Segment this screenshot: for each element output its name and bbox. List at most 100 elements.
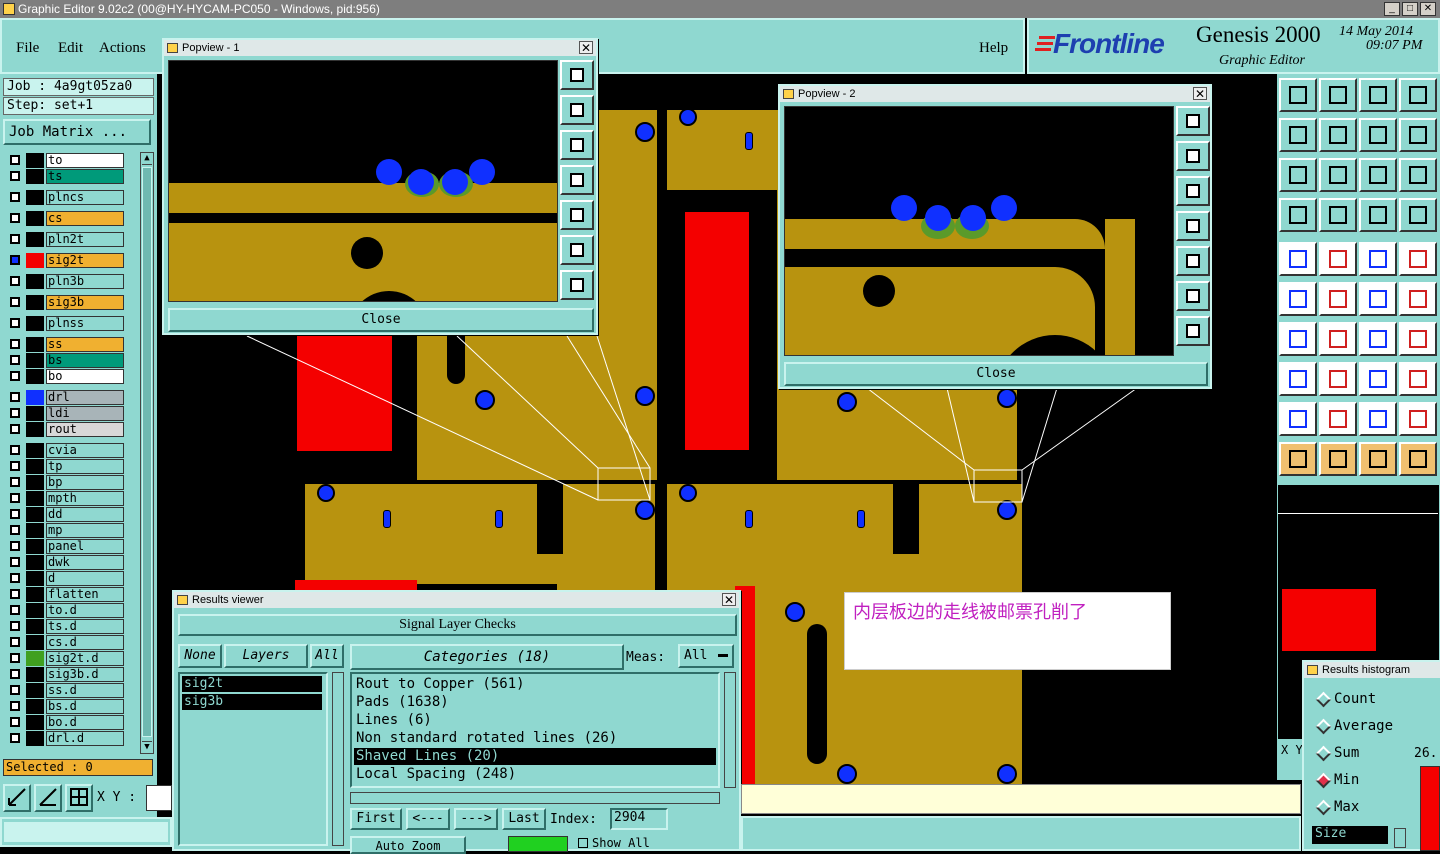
layer-checkbox[interactable] (10, 255, 20, 265)
last-button[interactable]: Last (502, 808, 546, 830)
diagonal-icon[interactable] (1319, 242, 1357, 276)
measure-red-icon[interactable] (1359, 198, 1397, 232)
layer-name[interactable]: d (46, 571, 124, 586)
layer-swatch[interactable] (26, 635, 44, 650)
popview-zoom-in-icon[interactable] (1176, 316, 1210, 346)
layer-row[interactable]: drl.d (6, 731, 124, 746)
popview-fit-icon[interactable] (560, 60, 594, 90)
layer-row[interactable]: bs (6, 353, 124, 368)
size-field[interactable]: Size (1312, 826, 1388, 844)
category-list[interactable]: Rout to Copper (561) Pads (1638) Lines (6)… (350, 672, 720, 788)
fit-icon[interactable] (3, 784, 31, 812)
first-button[interactable]: First (350, 808, 402, 830)
layer-swatch[interactable] (26, 153, 44, 168)
layer-checkbox[interactable] (10, 653, 20, 663)
layer-row[interactable]: mpth (6, 491, 124, 506)
layer-row[interactable]: cvia (6, 443, 124, 458)
layer-swatch[interactable] (26, 683, 44, 698)
layer-swatch[interactable] (26, 523, 44, 538)
maximize-button[interactable]: □ (1402, 2, 1418, 16)
rotate-icon[interactable] (1359, 322, 1397, 356)
popview-left-icon[interactable] (1176, 211, 1210, 241)
slash-icon[interactable] (1319, 322, 1357, 356)
ruler-h-icon[interactable] (1359, 362, 1397, 396)
popview-right-icon[interactable] (1176, 246, 1210, 276)
layer-name[interactable]: to (46, 153, 124, 168)
layer-checkbox[interactable] (10, 557, 20, 567)
redo-icon[interactable] (1319, 118, 1357, 152)
line-icon[interactable] (1399, 282, 1437, 316)
layer-row[interactable]: pln3b (6, 274, 124, 289)
radio-icon[interactable] (1315, 772, 1332, 789)
layer-checkbox[interactable] (10, 525, 20, 535)
layer-name[interactable]: dd (46, 507, 124, 522)
category-item[interactable]: Local Spacing (248) (354, 766, 716, 783)
layer-checkbox[interactable] (10, 171, 20, 181)
layer-row[interactable]: dwk (6, 555, 124, 570)
layer-row[interactable]: ts (6, 169, 124, 184)
layer-row[interactable]: to (6, 153, 124, 168)
layer-row[interactable]: panel (6, 539, 124, 554)
layer-row[interactable]: bo (6, 369, 124, 384)
radio-icon[interactable] (1315, 718, 1332, 735)
layer-name[interactable]: drl.d (46, 731, 124, 746)
layer-checkbox[interactable] (10, 371, 20, 381)
layer-row[interactable]: cs (6, 211, 124, 226)
layers-button[interactable]: Layers (224, 644, 308, 668)
menu-edit[interactable]: Edit (58, 40, 83, 57)
layer-name[interactable]: drl (46, 390, 124, 405)
layer-row[interactable]: plncs (6, 190, 124, 205)
layer-checkbox[interactable] (10, 605, 20, 615)
layer-results-scrollbar[interactable] (332, 672, 344, 846)
cross-icon[interactable] (1319, 282, 1357, 316)
layer-swatch[interactable] (26, 699, 44, 714)
popview-down-icon[interactable] (1176, 176, 1210, 206)
peak-icon[interactable] (1319, 402, 1357, 436)
arch-icon[interactable] (1359, 402, 1397, 436)
node-icon[interactable] (1279, 282, 1317, 316)
layer-swatch[interactable] (26, 211, 44, 226)
layer-name[interactable]: mp (46, 523, 124, 538)
settings-icon[interactable] (1279, 198, 1317, 232)
histogram-option[interactable]: Sum (1308, 744, 1408, 764)
layer-checkbox[interactable] (10, 477, 20, 487)
popview-right-icon[interactable] (560, 200, 594, 230)
layer-row[interactable]: sig3b.d (6, 667, 124, 682)
layer-row[interactable]: flatten (6, 587, 124, 602)
layer-name[interactable]: ldi (46, 406, 124, 421)
layer-checkbox[interactable] (10, 733, 20, 743)
triangle-icon[interactable] (1279, 402, 1317, 436)
center-icon[interactable] (1319, 158, 1357, 192)
layer-swatch[interactable] (26, 587, 44, 602)
layer-row[interactable]: ts.d (6, 619, 124, 634)
layer-row[interactable]: d (6, 571, 124, 586)
layer-swatch[interactable] (26, 731, 44, 746)
layer-checkbox[interactable] (10, 621, 20, 631)
category-item[interactable]: Pads (1638) (354, 694, 716, 711)
pointer-box-icon[interactable] (1319, 442, 1357, 476)
group-icon[interactable] (1399, 362, 1437, 396)
result-layer-item[interactable]: sig2t (182, 676, 322, 692)
layer-swatch[interactable] (26, 539, 44, 554)
next-button[interactable]: ---> (454, 808, 498, 830)
layer-row[interactable]: ss (6, 337, 124, 352)
ruler-icon[interactable] (1359, 242, 1397, 276)
layer-swatch[interactable] (26, 555, 44, 570)
popview-up-icon[interactable] (560, 95, 594, 125)
layer-name[interactable]: flatten (46, 587, 124, 602)
pointer-select-icon[interactable] (1359, 442, 1397, 476)
layer-swatch[interactable] (26, 651, 44, 666)
layer-swatch[interactable] (26, 667, 44, 682)
layer-row[interactable]: mp (6, 523, 124, 538)
layer-checkbox[interactable] (10, 339, 20, 349)
category-hscrollbar[interactable] (350, 792, 720, 804)
layer-checkbox[interactable] (10, 424, 20, 434)
layer-checkbox[interactable] (10, 509, 20, 519)
measure-icon[interactable] (34, 784, 62, 812)
layer-checkbox[interactable] (10, 717, 20, 727)
route-icon[interactable] (1399, 442, 1437, 476)
layer-name[interactable]: bo.d (46, 715, 124, 730)
layers-all-button[interactable]: All (310, 644, 344, 668)
minimize-button[interactable]: _ (1384, 2, 1400, 16)
layer-checkbox[interactable] (10, 637, 20, 647)
